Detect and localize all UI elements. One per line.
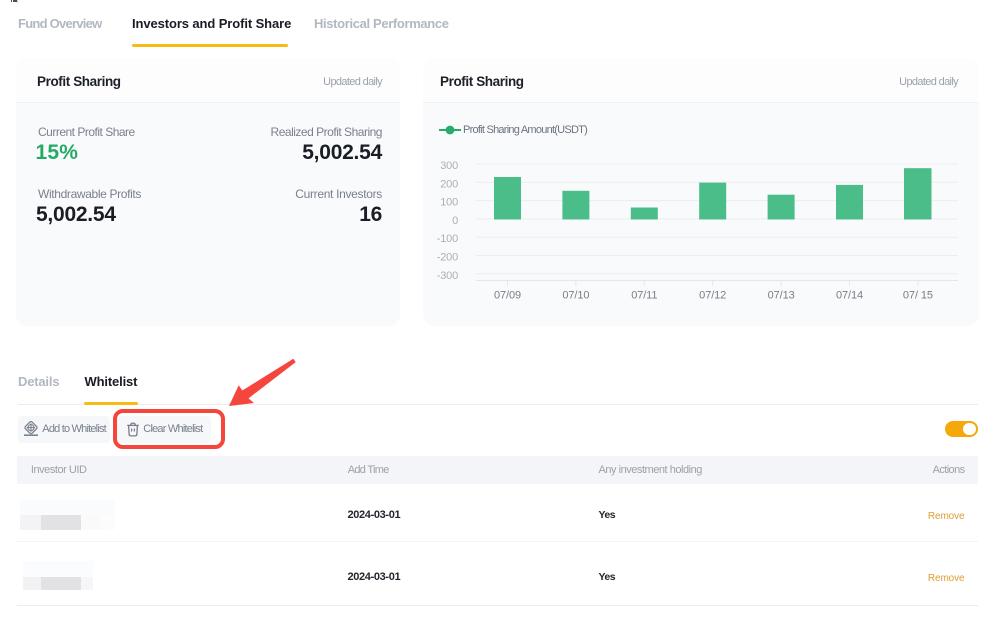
svg-text:100: 100 <box>440 197 458 209</box>
svg-text:07/11: 07/11 <box>631 290 657 302</box>
svg-text:07/13: 07/13 <box>768 290 795 302</box>
svg-text:200: 200 <box>440 178 458 190</box>
svg-text:-300: -300 <box>437 270 458 282</box>
svg-text:07/12: 07/12 <box>699 290 726 302</box>
svg-text:07/14: 07/14 <box>836 290 863 302</box>
svg-text:-200: -200 <box>437 252 458 264</box>
svg-text:07/09: 07/09 <box>494 290 521 302</box>
svg-text:0: 0 <box>452 215 458 227</box>
svg-text:07/10: 07/10 <box>562 290 589 302</box>
svg-text:-100: -100 <box>437 233 458 245</box>
svg-text:07/ 15: 07/ 15 <box>903 290 933 302</box>
svg-text:300: 300 <box>440 160 458 172</box>
